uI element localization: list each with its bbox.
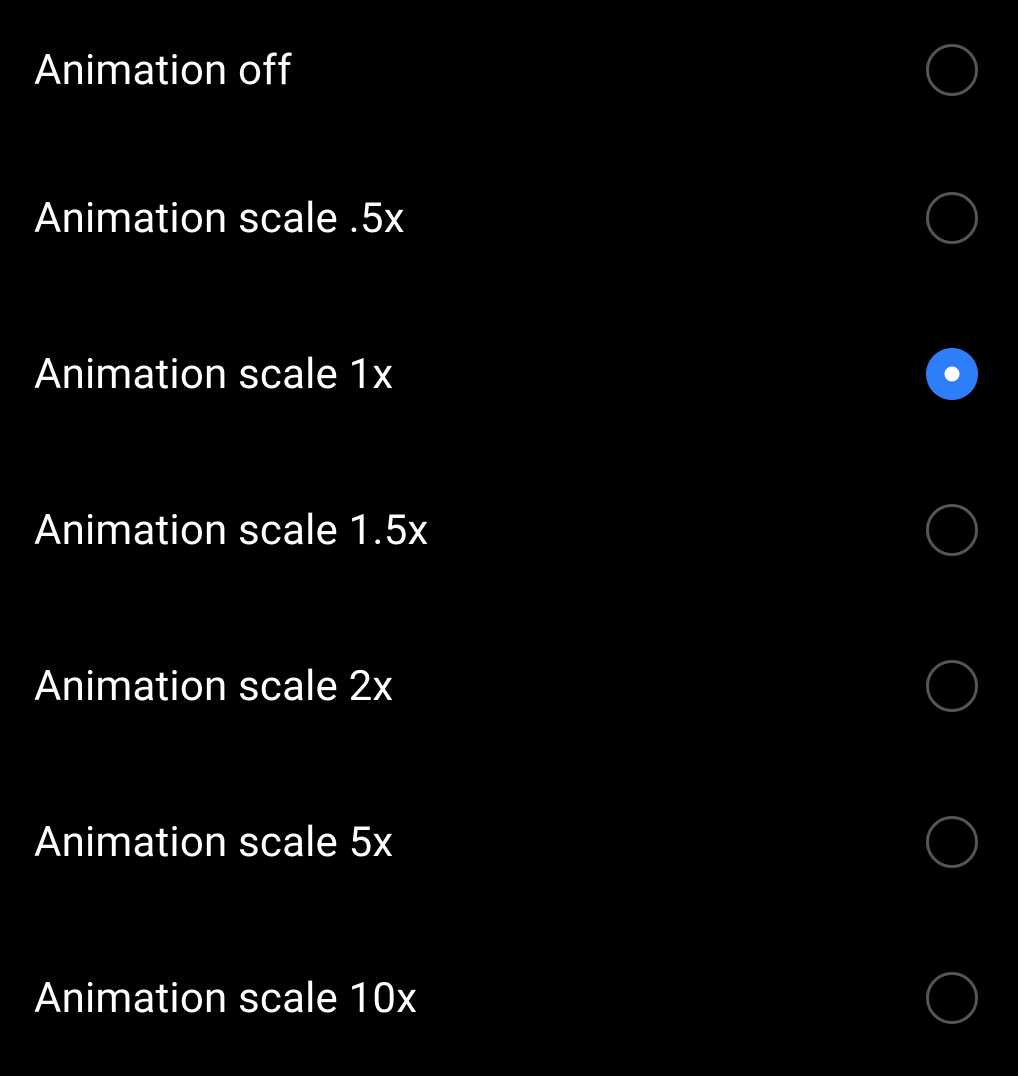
radio-icon xyxy=(926,660,978,712)
option-animation-scale-10x[interactable]: Animation scale 10x xyxy=(0,920,1018,1076)
option-label: Animation scale 10x xyxy=(34,974,417,1023)
option-label: Animation scale .5x xyxy=(34,194,405,243)
option-animation-scale-1-5x[interactable]: Animation scale 1.5x xyxy=(0,452,1018,608)
option-label: Animation scale 2x xyxy=(34,662,393,711)
radio-icon xyxy=(926,44,978,96)
animation-scale-options-list: Animation off Animation scale .5x Animat… xyxy=(0,0,1018,1076)
radio-icon xyxy=(926,192,978,244)
option-label: Animation scale 5x xyxy=(34,818,393,867)
option-animation-scale-5x[interactable]: Animation scale 5x xyxy=(0,764,1018,920)
option-animation-scale-1x[interactable]: Animation scale 1x xyxy=(0,296,1018,452)
option-label: Animation scale 1x xyxy=(34,350,393,399)
option-animation-scale-2x[interactable]: Animation scale 2x xyxy=(0,608,1018,764)
option-label: Animation scale 1.5x xyxy=(34,506,429,555)
radio-icon xyxy=(926,816,978,868)
radio-icon xyxy=(926,504,978,556)
radio-icon-selected xyxy=(926,348,978,400)
radio-icon xyxy=(926,972,978,1024)
option-animation-scale-0-5x[interactable]: Animation scale .5x xyxy=(0,140,1018,296)
option-animation-off[interactable]: Animation off xyxy=(0,0,1018,140)
option-label: Animation off xyxy=(34,46,292,95)
